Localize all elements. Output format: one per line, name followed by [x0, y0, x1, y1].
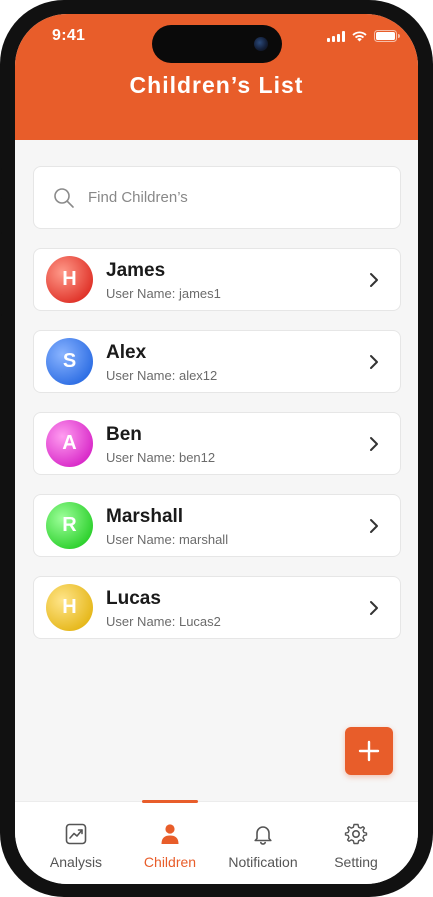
- avatar: H: [46, 256, 93, 303]
- avatar: S: [46, 338, 93, 385]
- add-child-button[interactable]: [345, 727, 393, 775]
- app-screen: 9:41 Children’s List Find Children’s H J…: [15, 14, 418, 884]
- chevron-right-icon[interactable]: [364, 434, 384, 454]
- action-button: [0, 168, 2, 200]
- chevron-right-icon[interactable]: [364, 598, 384, 618]
- status-time: 9:41: [52, 27, 86, 44]
- front-camera-icon: [254, 37, 268, 51]
- child-card-marshall[interactable]: R Marshall User Name: marshall: [33, 494, 401, 557]
- battery-icon: [374, 30, 400, 42]
- gear-icon: [344, 823, 368, 845]
- volume-up-button: [0, 232, 2, 296]
- child-name: Alex: [106, 342, 147, 363]
- page-title: Children’s List: [129, 72, 304, 98]
- chart-icon: [65, 823, 87, 845]
- status-icons: [327, 30, 400, 42]
- bottom-navigation: Analysis Children Notification Setting: [15, 800, 418, 884]
- app-header: 9:41 Children’s List: [15, 14, 418, 140]
- child-username: User Name: Lucas2: [106, 614, 221, 629]
- wifi-icon: [351, 30, 368, 42]
- search-bar[interactable]: [33, 166, 401, 229]
- search-icon: [54, 187, 74, 208]
- tab-children-label: Children: [143, 854, 197, 870]
- avatar: A: [46, 420, 93, 467]
- tab-children[interactable]: Children: [120, 802, 220, 884]
- tab-setting[interactable]: Setting: [306, 802, 406, 884]
- child-name: Lucas: [106, 588, 161, 609]
- child-card-james[interactable]: H James User Name: james1: [33, 248, 401, 311]
- child-card-ben[interactable]: A Ben User Name: ben12: [33, 412, 401, 475]
- child-username: User Name: marshall: [106, 532, 229, 547]
- tab-analysis-label: Analysis: [49, 854, 103, 870]
- plus-icon: [358, 740, 380, 762]
- person-icon: [161, 824, 179, 844]
- child-username: User Name: james1: [106, 286, 221, 301]
- child-name: Ben: [106, 424, 142, 445]
- chevron-right-icon[interactable]: [364, 270, 384, 290]
- volume-down-button: [0, 314, 2, 378]
- phone-frame: 9:41 Children’s List Find Children’s H J…: [0, 0, 433, 897]
- chevron-right-icon[interactable]: [364, 352, 384, 372]
- dynamic-island: [152, 25, 282, 63]
- tab-setting-label: Setting: [334, 854, 378, 870]
- tab-analysis[interactable]: Analysis: [26, 802, 126, 884]
- bell-icon: [254, 826, 272, 845]
- search-input[interactable]: [86, 188, 366, 207]
- cellular-signal-icon: [327, 30, 345, 42]
- tab-notification[interactable]: Notification: [213, 802, 313, 884]
- child-name: Marshall: [106, 506, 184, 527]
- child-username: User Name: alex12: [106, 368, 218, 383]
- chevron-right-icon[interactable]: [364, 516, 384, 536]
- avatar: H: [46, 584, 93, 631]
- child-card-alex[interactable]: S Alex User Name: alex12: [33, 330, 401, 393]
- tab-notification-label: Notification: [228, 854, 298, 870]
- child-card-lucas[interactable]: H Lucas User Name: Lucas2: [33, 576, 401, 639]
- child-username: User Name: ben12: [106, 450, 216, 465]
- child-name: James: [106, 260, 166, 281]
- avatar: R: [46, 502, 93, 549]
